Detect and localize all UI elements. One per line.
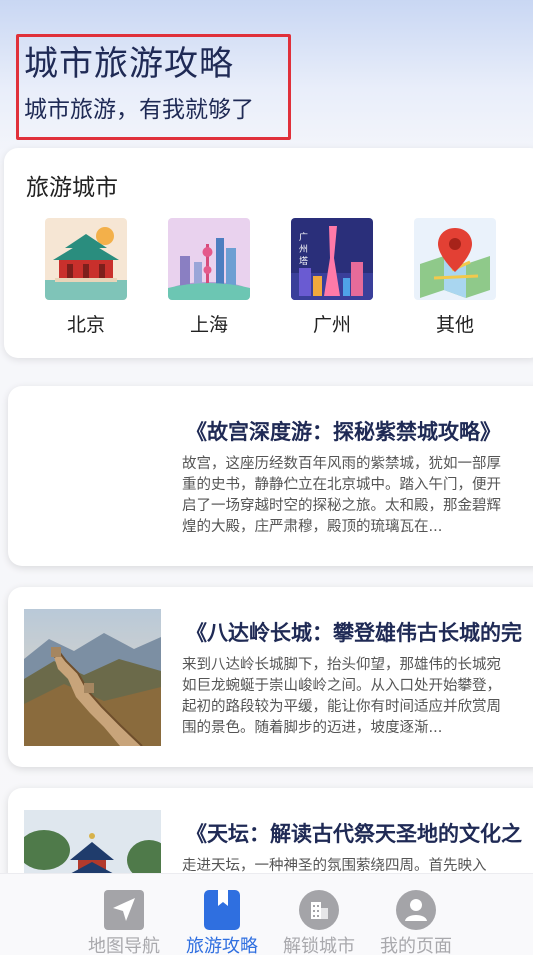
shanghai-skyline-image	[168, 218, 250, 300]
beijing-palace-image	[45, 218, 127, 300]
map-pin-image	[414, 218, 496, 300]
tab-label: 旅游攻略	[186, 936, 258, 955]
tab-label: 地图导航	[88, 936, 160, 955]
city-label-beijing: 北京	[66, 314, 105, 336]
building-icon	[299, 890, 339, 930]
cities-section-title: 旅游城市	[26, 175, 118, 201]
user-icon	[396, 890, 436, 930]
bottom-tab-bar: 地图导航 旅游攻略 解锁城市 我的页面	[0, 873, 533, 955]
tab-travel-guide[interactable]: 旅游攻略	[172, 890, 272, 955]
page-title: 城市旅游攻略	[24, 44, 234, 84]
navigation-arrow-icon	[104, 890, 144, 930]
svg-text:州: 州	[299, 244, 308, 255]
city-label-guangzhou: 广州	[312, 314, 351, 336]
tab-label: 我的页面	[380, 936, 452, 955]
article-card-great-wall[interactable]: 《八达岭长城：攀登雄伟古长城的完 来到八达岭长城脚下，抬头仰望，那雄伟的长城宛如…	[8, 587, 533, 767]
cities-card: 旅游城市 北京 上海 广 州 塔 广州 其他	[4, 148, 533, 358]
article-title: 《八达岭长城：攀登雄伟古长城的完	[186, 621, 522, 645]
city-label-shanghai: 上海	[189, 314, 228, 336]
article-title: 《天坛：解读古代祭天圣地的文化之	[186, 822, 522, 846]
tab-label: 解锁城市	[283, 936, 355, 955]
svg-text:广: 广	[299, 231, 308, 243]
page-subtitle: 城市旅游，有我就够了	[24, 97, 254, 123]
svg-text:塔: 塔	[299, 255, 308, 267]
city-item-beijing[interactable]: 北京	[45, 218, 127, 337]
article-summary: 来到八达岭长城脚下，抬头仰望，那雄伟的长城宛如巨龙蜿蜒于崇山峻岭之间。从入口处开…	[182, 657, 501, 736]
tab-unlock-city[interactable]: 解锁城市	[269, 890, 369, 955]
city-item-guangzhou[interactable]: 广 州 塔 广州	[291, 218, 373, 337]
great-wall-image	[24, 609, 161, 746]
article-card-forbidden-city[interactable]: 《故宫深度游：探秘紫禁城攻略》 故宫，这座历经数百年风雨的紫禁城，犹如一部厚重的…	[8, 386, 533, 566]
tab-my-page[interactable]: 我的页面	[366, 890, 466, 955]
city-label-other: 其他	[435, 314, 474, 336]
city-item-other[interactable]: 其他	[414, 218, 496, 337]
guangzhou-tower-image: 广 州 塔	[291, 218, 373, 300]
bookmark-book-icon	[204, 890, 240, 930]
tab-map-navigation[interactable]: 地图导航	[74, 890, 174, 955]
city-item-shanghai[interactable]: 上海	[168, 218, 250, 337]
article-summary: 故宫，这座历经数百年风雨的紫禁城，犹如一部厚重的史书，静静伫立在北京城中。踏入午…	[182, 456, 501, 535]
article-title: 《故宫深度游：探秘紫禁城攻略》	[186, 420, 501, 444]
